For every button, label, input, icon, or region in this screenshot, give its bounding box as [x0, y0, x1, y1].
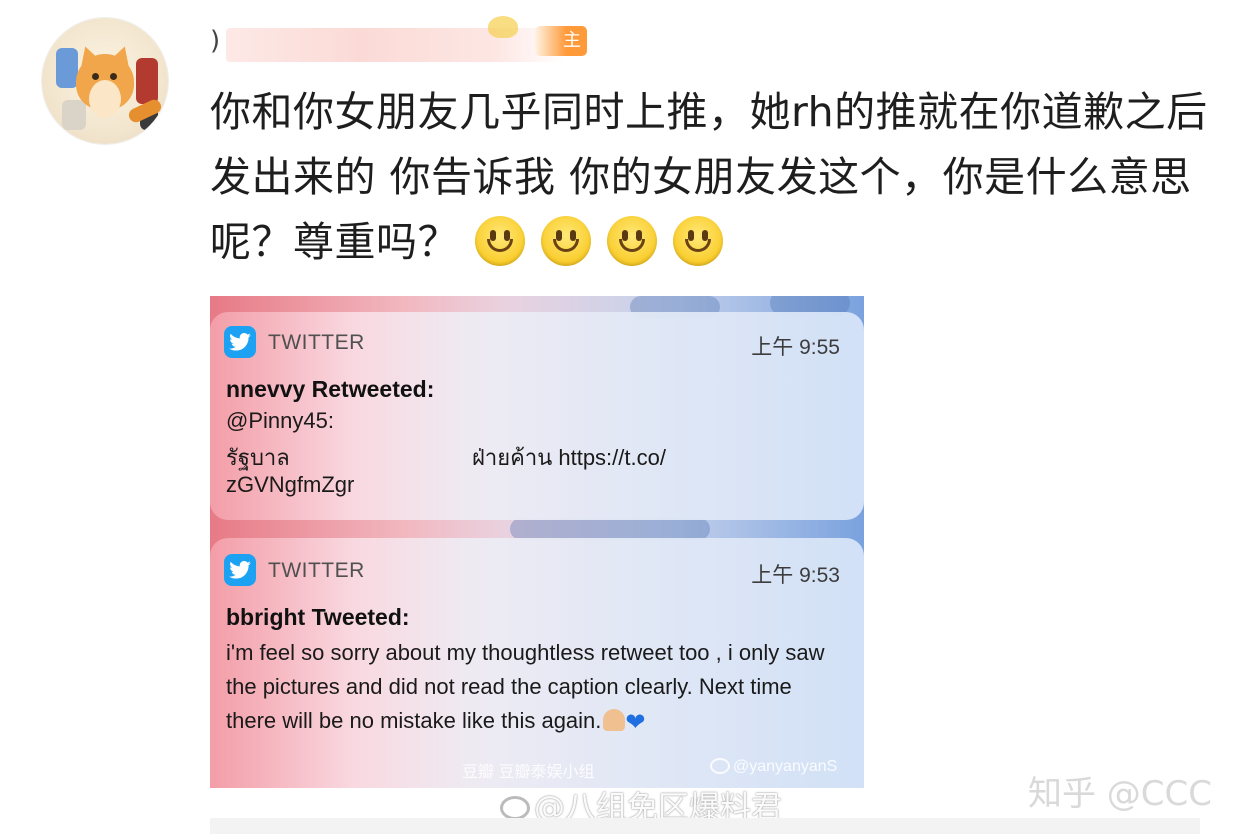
- weibo-icon: [500, 796, 530, 820]
- smile-emoji-icon: [607, 216, 657, 266]
- smile-emoji-icon: [541, 216, 591, 266]
- twitter-bird-icon: [224, 326, 256, 358]
- blue-heart-emoji-icon: ❤: [625, 709, 646, 736]
- notification-app-name: TWITTER: [268, 559, 365, 582]
- notification-card[interactable]: TWITTER 上午 9:55 nnevvy Retweeted: @Pinny…: [210, 312, 864, 520]
- username-row: ) 主: [210, 16, 610, 64]
- weibo-watermark-inner: @yanyanyanS: [710, 758, 837, 776]
- notification-line: รัฐบาล: [226, 445, 290, 470]
- cat-belly: [89, 80, 121, 118]
- weibo-watermark-text: @yanyanyanS: [733, 758, 838, 775]
- attached-image[interactable]: TWITTER 上午 9:55 nnevvy Retweeted: @Pinny…: [210, 296, 864, 788]
- notification-body: i'm feel so sorry about my thoughtless r…: [226, 636, 836, 740]
- notification-app-name: TWITTER: [268, 331, 365, 354]
- notification-line: ฝ่ายค้าน https://t.co/: [472, 445, 666, 470]
- comment-text: 你和你女朋友几乎同时上推，她rh的推就在你道歉之后发出来的 你告诉我 你的女朋友…: [210, 80, 1220, 275]
- avatar-figure: [136, 58, 158, 104]
- notification-body-text: i'm feel so sorry about my thoughtless r…: [226, 640, 825, 733]
- notification-card[interactable]: TWITTER 上午 9:53 bbright Tweeted: i'm fee…: [210, 538, 864, 788]
- smile-emoji-icon: [475, 216, 525, 266]
- douban-watermark: 豆瓣 豆瓣泰娱小组: [462, 764, 595, 781]
- avatar-figure: [62, 100, 86, 130]
- notification-time: 上午 9:53: [751, 564, 840, 587]
- cat-eye: [92, 73, 99, 80]
- twitter-bird-icon: [224, 554, 256, 586]
- username-fragment: ): [210, 26, 221, 56]
- notification-title: bbright Tweeted:: [226, 604, 410, 630]
- notification-time: 上午 9:55: [751, 336, 840, 359]
- smile-emoji-icon: [673, 216, 723, 266]
- notification-title: nnevvy Retweeted:: [226, 376, 435, 402]
- cat-eye: [110, 73, 117, 80]
- weibo-icon: [710, 758, 730, 774]
- wallpaper-shape: [510, 518, 710, 540]
- praying-hands-emoji-icon: [603, 709, 626, 731]
- avatar[interactable]: [42, 18, 168, 144]
- notification-line: @Pinny45:: [226, 408, 334, 433]
- next-image-edge: [210, 818, 1200, 834]
- zhihu-watermark: 知乎 @CCC: [1027, 774, 1212, 814]
- notification-line: zGVNgfmZgr: [226, 472, 355, 497]
- avatar-figure: [56, 48, 78, 88]
- crown-icon: [488, 16, 518, 38]
- author-badge: 主: [535, 26, 587, 56]
